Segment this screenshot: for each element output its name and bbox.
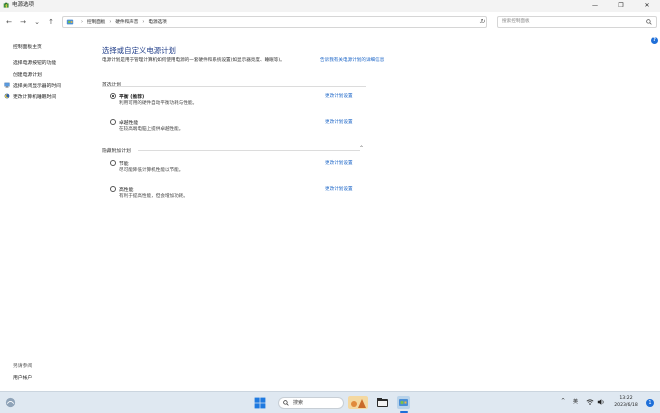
taskbar-search-label: 搜索	[293, 400, 304, 406]
address-row: ← → ⌄ ↑ › 控制面板 › 硬件和声音 › 电源选项 ⌄ ↻ 搜索控制面板	[0, 13, 660, 31]
plan-power-saver-settings-link[interactable]: 更改计划设置	[325, 160, 353, 166]
plan-power-saver: 节能 尽可能降低计算机性能以节能。 更改计划设置	[108, 160, 468, 176]
plan-high-performance-settings-link[interactable]: 更改计划设置	[325, 186, 353, 192]
control-panel-window: 电源选项 — ❐ ✕ ← → ⌄ ↑ › 控制面板 › 硬件和声音 › 电源选项…	[0, 0, 660, 391]
sleep-icon	[4, 93, 10, 99]
control-panel-icon	[66, 19, 74, 25]
recent-dropdown-icon[interactable]: ⌄	[32, 17, 42, 27]
power-options-icon	[3, 2, 9, 8]
back-arrow-icon[interactable]: ←	[4, 17, 14, 27]
control-panel-taskbar-icon[interactable]	[397, 396, 410, 409]
plan-high-performance-name[interactable]: 高性能	[119, 186, 133, 193]
sidebar-link-display-off[interactable]: 选择关闭显示器的时间	[13, 82, 61, 89]
plan-ultimate: 卓越性能 在较高端电脑上提供卓越性能。 更改计划设置	[108, 119, 468, 135]
notification-badge[interactable]: 1	[646, 399, 654, 407]
see-also-heading: 另请参阅	[13, 364, 33, 369]
minimize-button[interactable]: —	[582, 0, 608, 10]
search-highlight-icon[interactable]	[348, 396, 368, 409]
plan-balanced-desc: 利用可用的硬件自动平衡功耗与性能。	[119, 101, 198, 106]
clock-time: 13:22	[619, 396, 633, 401]
section-divider	[102, 86, 366, 87]
plan-ultimate-settings-link[interactable]: 更改计划设置	[325, 119, 353, 125]
refresh-icon[interactable]: ↻	[478, 16, 488, 28]
plan-power-saver-name[interactable]: 节能	[119, 160, 129, 167]
sidebar: 控制面板主页 选择电源按钮的功能 创建电源计划 选择关闭显示器的时间 更改计算机…	[0, 31, 90, 389]
plan-balanced-name[interactable]: 平衡 (推荐)	[119, 93, 144, 100]
plan-high-performance-radio[interactable]	[110, 186, 116, 192]
clock-date: 2023/6/18	[614, 403, 638, 408]
sidebar-link-sleep-time[interactable]: 更改计算机睡眠时间	[13, 93, 56, 100]
window-title: 电源选项	[12, 2, 35, 8]
tray-overflow-icon[interactable]: ^	[561, 398, 565, 404]
plan-balanced: 平衡 (推荐) 利用可用的硬件自动平衡功耗与性能。 更改计划设置	[108, 93, 468, 109]
taskbar-search-box[interactable]: 搜索	[278, 397, 344, 409]
breadcrumb-separator: ›	[109, 19, 112, 25]
plan-high-performance: 高性能 有利于提高性能，但会增加功耗。 更改计划设置	[108, 186, 468, 202]
breadcrumb-hardware-sound[interactable]: 硬件和声音	[115, 19, 138, 25]
close-button[interactable]: ✕	[634, 0, 660, 10]
plan-ultimate-desc: 在较高端电脑上提供卓越性能。	[119, 127, 184, 132]
power-plan-help-link[interactable]: 告诉我有关电源计划的详细信息	[320, 58, 390, 65]
wifi-icon[interactable]	[586, 398, 594, 406]
plan-ultimate-name[interactable]: 卓越性能	[119, 119, 138, 126]
widgets-icon[interactable]	[5, 397, 16, 408]
description-text: 电源计划是用于管理计算机如何使用电源的一套硬件和系统设置(如显示器亮度、睡眠等)…	[102, 58, 285, 63]
ime-indicator[interactable]: 英	[573, 398, 578, 405]
plan-high-performance-desc: 有利于提高性能，但会增加功耗。	[119, 194, 188, 199]
sidebar-link-create-plan[interactable]: 创建电源计划	[13, 71, 42, 78]
help-icon[interactable]: ?	[651, 37, 658, 44]
monitor-icon	[4, 82, 10, 88]
system-clock[interactable]: 13:22 2023/6/18	[610, 395, 642, 409]
section-divider	[138, 150, 360, 151]
start-button-icon[interactable]	[254, 397, 266, 409]
title-bar: 电源选项 — ❐ ✕	[0, 0, 660, 12]
search-placeholder: 搜索控制面板	[502, 19, 530, 24]
volume-icon[interactable]	[597, 398, 605, 406]
search-icon	[283, 400, 289, 406]
section-hidden-plans: 隐藏附加计划	[102, 149, 131, 154]
plan-balanced-settings-link[interactable]: 更改计划设置	[325, 93, 353, 99]
breadcrumb-separator: ›	[81, 19, 83, 25]
plan-power-saver-desc: 尽可能降低计算机性能以节能。	[119, 168, 184, 173]
plan-ultimate-radio[interactable]	[110, 119, 116, 125]
taskbar: 搜索 ^ 英 13:22 2023/6/18 1	[0, 391, 660, 413]
collapse-chevron-icon[interactable]: ⌃	[359, 145, 364, 152]
breadcrumb-separator: ›	[142, 19, 145, 25]
file-explorer-icon[interactable]	[376, 396, 389, 409]
plan-power-saver-radio[interactable]	[110, 160, 116, 166]
sidebar-home-link[interactable]: 控制面板主页	[13, 43, 42, 50]
sidebar-link-user-accounts[interactable]: 用户帐户	[13, 374, 32, 381]
address-bar[interactable]: › 控制面板 › 硬件和声音 › 电源选项 ⌄	[62, 16, 487, 28]
search-icon	[646, 19, 652, 25]
forward-arrow-icon[interactable]: →	[18, 17, 28, 27]
breadcrumb-control-panel[interactable]: 控制面板	[87, 19, 105, 25]
plan-balanced-radio[interactable]	[110, 93, 116, 99]
up-arrow-icon[interactable]: ↑	[46, 17, 56, 27]
maximize-button[interactable]: ❐	[608, 0, 634, 10]
page-title: 选择或自定义电源计划	[102, 46, 176, 55]
sidebar-link-power-button[interactable]: 选择电源按钮的功能	[13, 59, 56, 66]
search-input[interactable]: 搜索控制面板	[497, 16, 657, 28]
breadcrumb-power-options[interactable]: 电源选项	[148, 19, 166, 25]
